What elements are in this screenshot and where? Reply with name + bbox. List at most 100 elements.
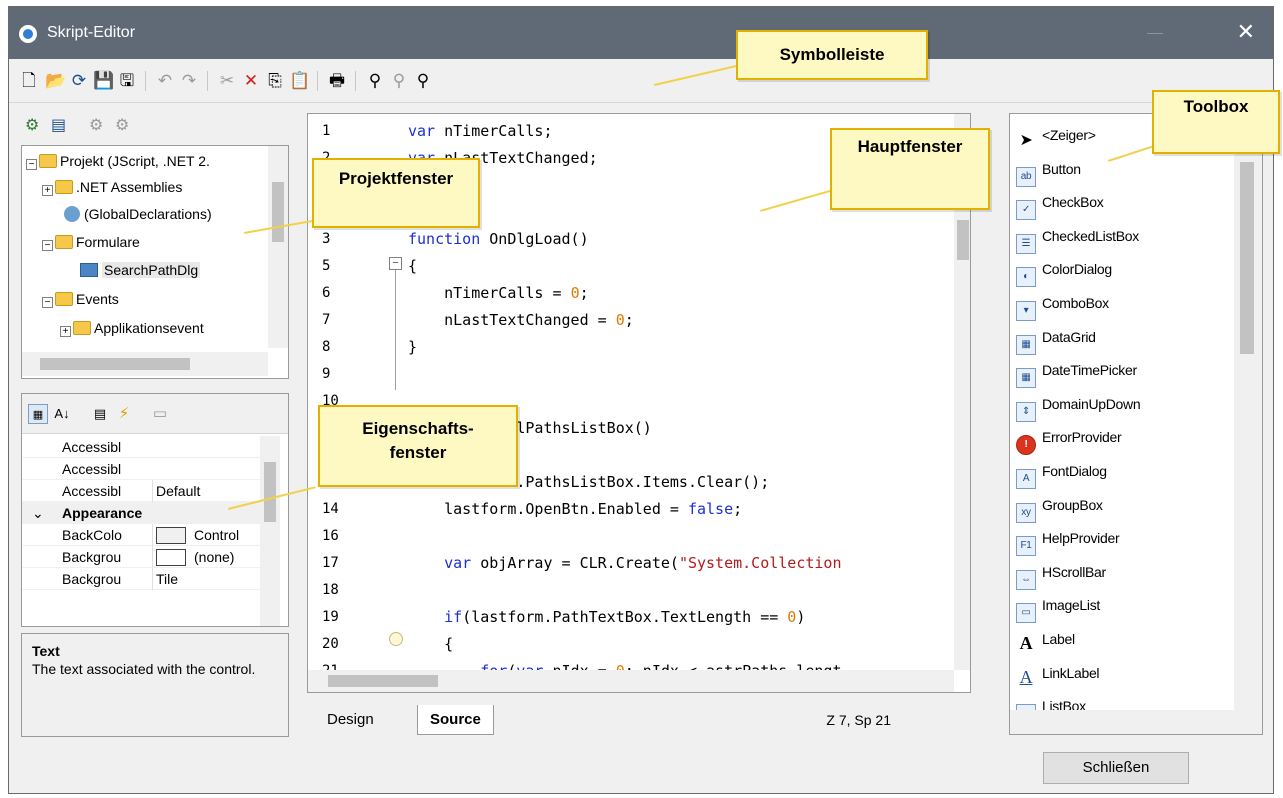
property-row[interactable]: Accessibl xyxy=(22,436,260,458)
property-category[interactable]: ⌄ Appearance xyxy=(22,502,260,524)
toolbox-item-helpprovider[interactable]: F1 HelpProvider xyxy=(1016,523,1120,557)
checkedlistbox-icon: ☰ xyxy=(1016,233,1036,254)
events-icon[interactable]: ⚡ xyxy=(114,404,134,424)
code-line[interactable]: var objArray = CLR.Create("System.Collec… xyxy=(408,550,841,577)
combobox-icon: ▾ xyxy=(1016,301,1036,321)
toolbox-item-label: Button xyxy=(1042,160,1081,177)
collapse-icon[interactable]: − xyxy=(26,159,37,170)
toolbox-item-groupbox[interactable]: xy GroupBox xyxy=(1016,490,1103,523)
properties-icon[interactable]: ▤ xyxy=(90,404,110,424)
alphabetical-icon[interactable]: A↓ xyxy=(52,404,72,424)
toolbox-item-linklabel[interactable]: A LinkLabel xyxy=(1016,658,1100,688)
new-icon[interactable]: 🗋 xyxy=(19,71,39,91)
minimize-button[interactable] xyxy=(1147,33,1163,34)
tree-item-searchpathdlg[interactable]: SearchPathDlg xyxy=(80,259,201,281)
reload-icon[interactable]: ⟳ xyxy=(69,71,89,91)
cut-icon[interactable]: ✂ xyxy=(217,71,237,91)
tree-item-project[interactable]: − Projekt (JScript, .NET 2. xyxy=(26,150,210,172)
remove-icon[interactable]: ⚙ xyxy=(89,115,103,135)
editor-horizontal-scrollbar[interactable] xyxy=(308,670,954,692)
tab-source[interactable]: Source xyxy=(417,705,494,735)
toolbox-item-combobox[interactable]: ▾ ComboBox xyxy=(1016,288,1109,321)
replace-icon[interactable]: ⚲ xyxy=(413,71,433,91)
paste-icon[interactable]: 📋 xyxy=(289,71,310,91)
property-row[interactable]: BackColo Control xyxy=(22,524,260,546)
code-line[interactable]: { xyxy=(408,253,417,280)
tab-design[interactable]: Design xyxy=(315,705,386,735)
toolbox-item-datetimepicker[interactable]: ▦ DateTimePicker xyxy=(1016,355,1137,389)
tree-vertical-scrollbar[interactable] xyxy=(268,146,288,348)
add-icon[interactable]: ⚙ xyxy=(25,115,39,135)
tree-item-assemblies[interactable]: + .NET Assemblies xyxy=(42,176,182,198)
settings-icon[interactable]: ⚙ xyxy=(115,115,129,135)
toolbox-item-domainupdown[interactable]: ⇕ DomainUpDown xyxy=(1016,389,1141,422)
app-icon xyxy=(19,25,37,43)
expand-icon[interactable]: + xyxy=(42,185,53,196)
callout-projektfenster: Projektfenster xyxy=(312,158,480,228)
line-number: 5 xyxy=(322,258,331,274)
toolbox-item-hscrollbar[interactable]: ⇔ HScrollBar xyxy=(1016,557,1106,590)
toolbox-item-label[interactable]: A Label xyxy=(1016,624,1075,654)
code-line[interactable]: } xyxy=(408,334,417,361)
toolbox-item-label: DataGrid xyxy=(1042,328,1096,345)
toolbox-item-errorprovider[interactable]: ! ErrorProvider xyxy=(1016,422,1122,456)
property-row[interactable]: Accessibl Default xyxy=(22,480,260,502)
tree-item-events[interactable]: − Events xyxy=(42,288,119,310)
toolbox-item-colordialog[interactable]: ◐ ColorDialog xyxy=(1016,254,1112,288)
find-icon[interactable]: ⚲ xyxy=(365,71,385,91)
script-editor-window: Skript-Editor ✕ 🗋 📂 ⟳ 💾 🖫 ↶ ↷ ✂ ✕ ⎘ 📋 🖶 … xyxy=(8,6,1274,794)
property-row[interactable]: Backgrou (none) xyxy=(22,546,260,568)
property-row[interactable]: Accessibl xyxy=(22,458,260,480)
code-line[interactable]: { xyxy=(408,631,453,658)
code-line[interactable]: nTimerCalls = 0; xyxy=(408,280,589,307)
open-icon[interactable]: 📂 xyxy=(45,71,66,91)
undo-icon[interactable]: ↶ xyxy=(155,71,175,91)
properties-scrollbar[interactable] xyxy=(260,436,280,626)
code-line[interactable]: lastform.OpenBtn.Enabled = false; xyxy=(408,496,742,523)
close-window-button[interactable]: ✕ xyxy=(1237,19,1255,45)
tree-item-formulare[interactable]: − Formulare xyxy=(42,231,140,253)
line-number: 3 xyxy=(322,231,331,247)
toolbox-item-button[interactable]: ab Button xyxy=(1016,154,1081,187)
property-row[interactable]: Backgrou Tile xyxy=(22,568,260,590)
code-line[interactable]: nLastTextChanged = 0; xyxy=(408,307,634,334)
delete-icon[interactable]: ✕ xyxy=(241,71,261,91)
toolbox-vertical-scrollbar[interactable] xyxy=(1234,114,1262,710)
datetimepicker-icon: ▦ xyxy=(1016,368,1036,389)
collapse-icon[interactable]: − xyxy=(42,297,53,308)
tree-item-globaldeclarations[interactable]: (GlobalDeclarations) xyxy=(64,203,212,225)
save-icon[interactable]: 💾 xyxy=(93,71,114,91)
toolbar: 🗋 📂 ⟳ 💾 🖫 ↶ ↷ ✂ ✕ ⎘ 📋 🖶 ⚲ ⚲ ⚲ xyxy=(9,59,1273,103)
folder-open-icon xyxy=(55,292,73,306)
categorized-icon[interactable]: ▦ xyxy=(28,404,48,424)
project-tree: − Projekt (JScript, .NET 2. + .NET Assembl… xyxy=(21,145,289,379)
expand-icon[interactable]: + xyxy=(60,326,71,337)
code-line[interactable]: if(lastform.PathTextBox.TextLength == 0) xyxy=(408,604,805,631)
redo-icon[interactable]: ↷ xyxy=(179,71,199,91)
tree-horizontal-scrollbar[interactable] xyxy=(22,352,268,376)
save-all-icon[interactable]: 🖫 xyxy=(117,71,137,91)
add-form-icon[interactable]: ▤ xyxy=(51,115,66,135)
toolbox-item-datagrid[interactable]: ▦ DataGrid xyxy=(1016,322,1096,355)
toolbox-item-checkedlistbox[interactable]: ☰ CheckedListBox xyxy=(1016,221,1139,254)
title-bar: Skript-Editor ✕ xyxy=(9,7,1273,59)
copy-icon[interactable]: ⎘ xyxy=(265,71,285,91)
fold-marker[interactable] xyxy=(389,632,403,646)
print-icon[interactable]: 🖶 xyxy=(327,71,347,91)
line-number: 19 xyxy=(322,609,339,625)
toolbox-item-zeiger[interactable]: ➤ <Zeiger> xyxy=(1016,120,1096,150)
property-pages-icon[interactable]: ▭ xyxy=(150,404,170,424)
toolbox-item-fontdialog[interactable]: A FontDialog xyxy=(1016,456,1107,489)
toolbox-horizontal-scrollbar[interactable] xyxy=(1010,710,1262,734)
find-next-icon[interactable]: ⚲ xyxy=(389,71,409,91)
schliessen-button[interactable]: Schließen xyxy=(1043,752,1189,784)
toolbox-item-imagelist[interactable]: ▭ ImageList xyxy=(1016,590,1100,624)
code-line[interactable]: function OnDlgLoad() xyxy=(408,226,589,253)
code-line[interactable]: var nTimerCalls; xyxy=(408,118,553,145)
chevron-down-icon[interactable]: ⌄ xyxy=(32,502,44,524)
fold-toggle[interactable]: − xyxy=(389,257,402,270)
callout-symbolleiste: Symbolleiste xyxy=(736,30,928,80)
toolbox-item-checkbox[interactable]: ✓ CheckBox xyxy=(1016,187,1104,221)
collapse-icon[interactable]: − xyxy=(42,240,53,251)
tree-item-applikationsevent[interactable]: + Applikationsevent xyxy=(60,317,204,339)
